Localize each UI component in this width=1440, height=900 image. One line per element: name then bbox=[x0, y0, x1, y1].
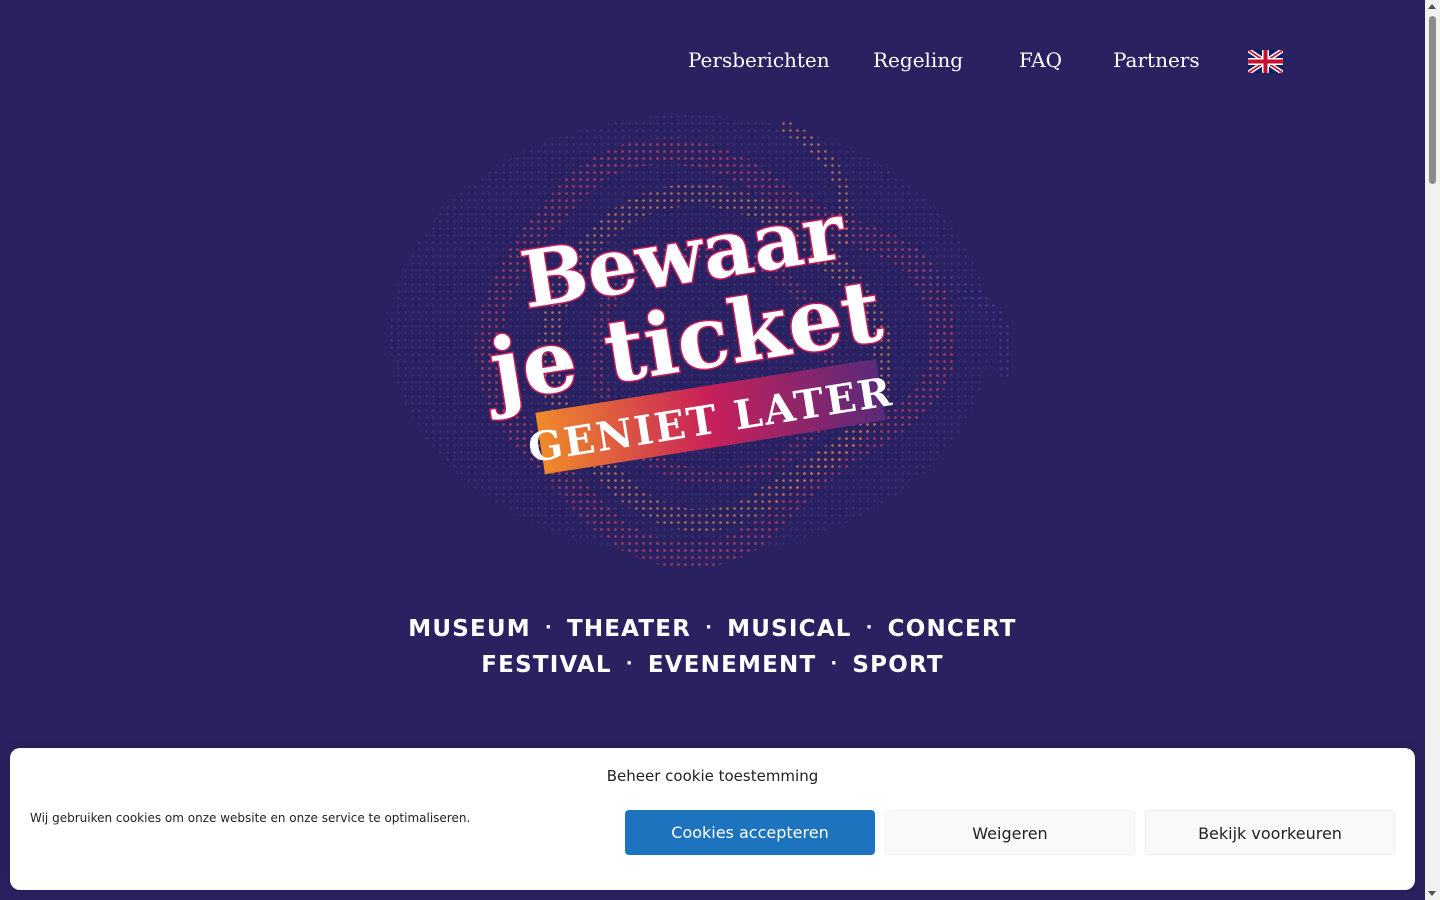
category-separator: · bbox=[625, 653, 634, 674]
view-preferences-button[interactable]: Bekijk voorkeuren bbox=[1145, 810, 1395, 855]
accept-cookies-button[interactable]: Cookies accepteren bbox=[625, 810, 875, 855]
scroll-down-arrow-icon[interactable] bbox=[1428, 891, 1436, 896]
nav-item-regeling[interactable]: Regeling bbox=[873, 46, 963, 74]
category-sport: SPORT bbox=[852, 652, 944, 678]
category-separator: · bbox=[865, 617, 874, 638]
category-museum: MUSEUM bbox=[408, 616, 531, 642]
category-row-1: MUSEUM · THEATER · MUSICAL · CONCERT bbox=[0, 612, 1425, 648]
nav-item-faq[interactable]: FAQ bbox=[1019, 46, 1062, 74]
scrollbar-thumb[interactable] bbox=[1429, 16, 1436, 184]
page-scrollbar[interactable] bbox=[1425, 0, 1440, 900]
category-separator: · bbox=[544, 617, 553, 638]
page: Persberichten Regeling FAQ Partners Bewa… bbox=[0, 0, 1440, 900]
uk-flag-icon[interactable] bbox=[1248, 50, 1283, 73]
category-evenement: EVENEMENT bbox=[647, 652, 817, 678]
nav-item-partners[interactable]: Partners bbox=[1113, 46, 1200, 74]
nav-item-persberichten[interactable]: Persberichten bbox=[688, 46, 830, 74]
cookie-banner-title: Beheer cookie toestemming bbox=[606, 767, 819, 785]
scroll-up-arrow-icon[interactable] bbox=[1428, 4, 1436, 9]
category-musical: MUSICAL bbox=[727, 616, 852, 642]
category-separator: · bbox=[705, 617, 714, 638]
category-row-2: FESTIVAL · EVENEMENT · SPORT bbox=[0, 648, 1425, 684]
hero-logo: Bewaar je ticket GENIET LATER bbox=[390, 115, 1014, 569]
cookie-consent-banner: Beheer cookie toestemming Wij gebruiken … bbox=[10, 748, 1415, 890]
category-separator: · bbox=[830, 653, 839, 674]
main-nav: Persberichten Regeling FAQ Partners bbox=[0, 46, 1440, 78]
cookie-banner-message: Wij gebruiken cookies om onze website en… bbox=[30, 811, 471, 825]
category-list: MUSEUM · THEATER · MUSICAL · CONCERT FESTIVAL ·… bbox=[0, 612, 1425, 684]
category-concert: CONCERT bbox=[887, 616, 1017, 642]
deny-cookies-button[interactable]: Weigeren bbox=[885, 810, 1135, 855]
category-festival: FESTIVAL bbox=[481, 652, 612, 678]
category-theater: THEATER bbox=[566, 616, 692, 642]
